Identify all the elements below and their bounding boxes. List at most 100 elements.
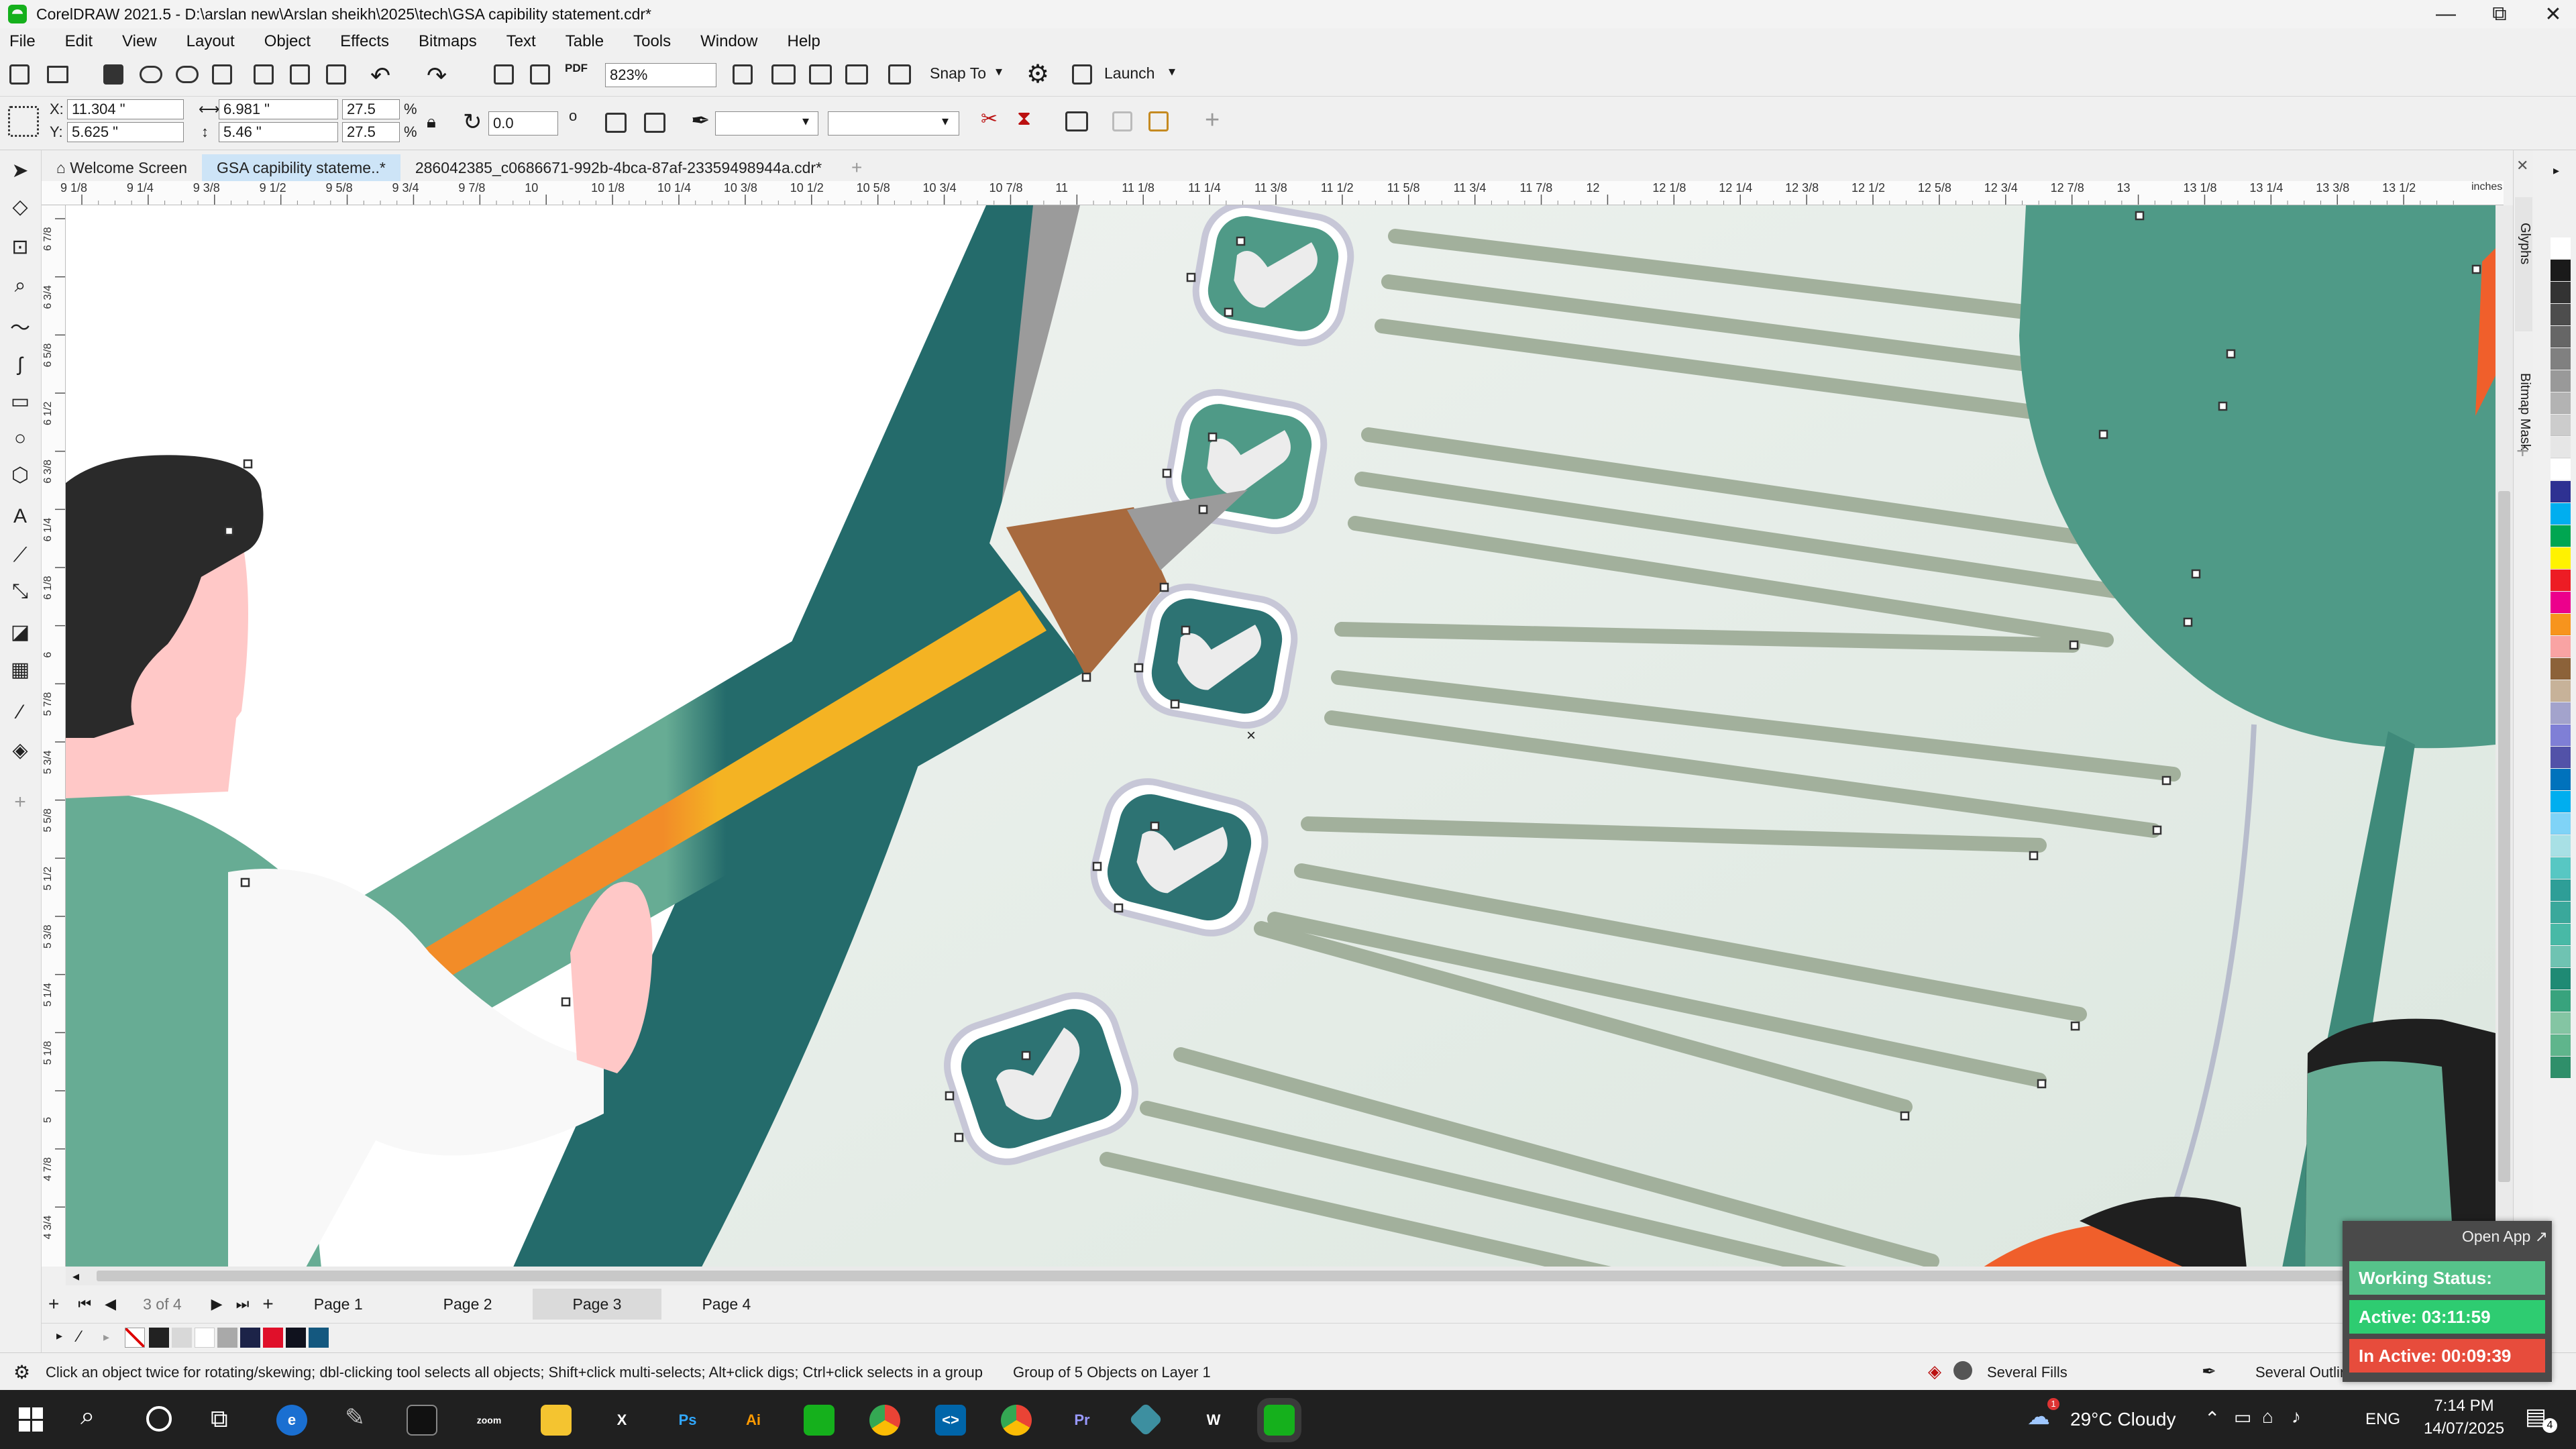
open-folder-icon[interactable] (47, 66, 68, 83)
eyedropper-icon[interactable]: ⁄ (8, 700, 32, 724)
palette-swatch[interactable] (2551, 724, 2571, 746)
clock-date[interactable]: 14/07/2025 (2414, 1419, 2514, 1438)
task-view-icon[interactable]: ⧉ (211, 1405, 228, 1434)
palette-swatch[interactable] (2551, 1012, 2571, 1034)
horizontal-scrollbar[interactable]: ◂ (66, 1267, 2496, 1285)
language-indicator[interactable]: ENG (2365, 1410, 2400, 1429)
tab-welcome-screen[interactable]: ⌂ Welcome Screen (42, 154, 202, 181)
x-position-field[interactable]: 11.304 " (67, 99, 184, 119)
network-icon[interactable]: ⌂ (2262, 1406, 2273, 1428)
doc-swatch-midgray[interactable] (217, 1328, 237, 1348)
palette-swatch[interactable] (2551, 592, 2571, 613)
palette-scroll-up-icon[interactable]: ▸ (2553, 164, 2559, 178)
cortana-icon[interactable] (146, 1406, 172, 1432)
full-screen-icon[interactable] (771, 64, 796, 85)
palette-swatch[interactable] (2551, 769, 2571, 790)
scale-width-field[interactable]: 27.5 (342, 99, 400, 119)
palette-swatch[interactable] (2551, 747, 2571, 768)
undo-icon[interactable]: ↶ (370, 62, 390, 90)
palette-swatch[interactable] (2551, 813, 2571, 835)
palette-swatch[interactable] (2551, 990, 2571, 1012)
palette-swatch[interactable] (2551, 791, 2571, 812)
palette-swatch[interactable] (2551, 857, 2571, 879)
doc-palette-expand-icon[interactable]: ▸ (56, 1329, 62, 1343)
palette-swatch[interactable] (2551, 924, 2571, 945)
cloud-upload-icon[interactable] (176, 66, 199, 83)
page-tab-2[interactable]: Page 2 (403, 1289, 533, 1320)
artistic-media-icon[interactable]: ʃ (8, 353, 32, 377)
zoom-to-page-icon[interactable] (733, 64, 753, 85)
palette-swatch[interactable] (2551, 348, 2571, 370)
y-position-field[interactable]: 5.625 " (67, 122, 184, 142)
launch-icon[interactable] (1072, 64, 1092, 85)
lock-ratio-icon[interactable]: 🔒︎ (427, 111, 436, 133)
battery-icon[interactable]: ▭ (2234, 1406, 2251, 1428)
doc-swatch-gray[interactable] (172, 1328, 192, 1348)
palette-swatch[interactable] (2551, 282, 2571, 303)
terminal-icon[interactable] (407, 1405, 437, 1436)
menu-text[interactable]: Text (506, 32, 536, 51)
break-apart-icon[interactable]: ✂ (981, 107, 998, 131)
scale-height-field[interactable]: 27.5 (342, 122, 400, 142)
fill-status[interactable]: Several Fills (1987, 1364, 2068, 1381)
chrome-app-icon[interactable] (869, 1405, 900, 1436)
cloud-download-icon[interactable] (140, 66, 162, 83)
new-document-icon[interactable] (9, 64, 30, 85)
volume-icon[interactable]: ♪ (2292, 1406, 2301, 1428)
status-settings-icon[interactable]: ⚙ (13, 1361, 30, 1383)
menu-edit[interactable]: Edit (65, 32, 93, 51)
palette-swatch[interactable] (2551, 392, 2571, 414)
doc-swatch-navy[interactable] (240, 1328, 260, 1348)
minimize-button[interactable]: — (2428, 0, 2463, 28)
no-color-swatch[interactable] (125, 1328, 145, 1348)
palette-swatch[interactable] (2551, 1034, 2571, 1056)
palette-swatch[interactable] (2551, 1057, 2571, 1078)
polygon-tool-icon[interactable]: ⬡ (8, 463, 32, 487)
show-rulers-icon[interactable] (809, 64, 832, 85)
next-page-icon[interactable]: ▶ (211, 1295, 223, 1313)
export-icon[interactable] (530, 64, 550, 85)
connector-tool-icon[interactable]: ⤡ (8, 580, 32, 604)
drawing-canvas[interactable]: × (66, 205, 2496, 1267)
menu-bitmaps[interactable]: Bitmaps (419, 32, 477, 51)
text-tool-icon[interactable]: A (8, 504, 32, 529)
palette-swatch[interactable] (2551, 702, 2571, 724)
parallel-dimension-icon[interactable]: ⟋ (8, 543, 32, 568)
rectangle-tool-icon[interactable]: ▭ (8, 389, 32, 413)
edge-icon[interactable]: e (276, 1405, 307, 1436)
mirror-vertical-icon[interactable] (644, 113, 665, 133)
zoom-tool-icon[interactable]: ⌕ (8, 274, 32, 298)
palette-swatch[interactable] (2551, 614, 2571, 635)
doc-palette-eyedropper-icon[interactable]: ⁄ (78, 1328, 80, 1346)
horizontal-ruler[interactable]: 9 1/8 9 1/4 9 3/8 9 1/2 9 5/8 9 3/4 9 7/8 10 10 … (42, 181, 2504, 205)
outline-width-chevron-icon[interactable]: ▾ (802, 113, 809, 129)
close-docker-icon[interactable]: ✕ (2516, 157, 2528, 174)
tab-286042385[interactable]: 286042385_c0686671-992b-4bca-87af-233594… (400, 154, 837, 181)
launch-chevron-icon[interactable]: ▾ (1169, 63, 1175, 80)
photoshop-app-icon[interactable]: Ps (672, 1405, 703, 1436)
menu-layout[interactable]: Layout (186, 32, 235, 51)
tab-gsa-capability[interactable]: GSA capibility stateme..* (202, 154, 400, 181)
outline-pen-icon[interactable]: ✒ (691, 107, 710, 134)
palette-swatch[interactable] (2551, 636, 2571, 657)
launch-dropdown[interactable]: Launch (1104, 64, 1155, 83)
coreldraw-app-icon[interactable] (804, 1405, 835, 1436)
palette-swatch[interactable] (2551, 879, 2571, 901)
palette-swatch[interactable] (2551, 525, 2571, 547)
palette-swatch[interactable] (2551, 946, 2571, 967)
doc-swatch-red[interactable] (263, 1328, 283, 1348)
sketchup-app-icon[interactable] (1128, 1402, 1163, 1437)
new-tab-button[interactable]: + (837, 154, 877, 181)
layers-icon[interactable] (1148, 111, 1169, 131)
save-icon[interactable] (103, 64, 123, 85)
last-page-icon[interactable]: ⏭ (236, 1295, 250, 1313)
horizontal-scroll-thumb[interactable] (97, 1271, 2471, 1281)
shape-tool-icon[interactable]: ◇ (8, 195, 32, 219)
palette-swatch[interactable] (2551, 481, 2571, 502)
doc-swatch-black[interactable] (149, 1328, 169, 1348)
word-app-icon[interactable]: W (1198, 1405, 1229, 1436)
file-explorer-icon[interactable] (541, 1405, 572, 1436)
rotation-angle-field[interactable]: 0.0 (488, 111, 558, 136)
line-style-dropdown[interactable] (828, 111, 959, 136)
palette-swatch[interactable] (2551, 680, 2571, 702)
